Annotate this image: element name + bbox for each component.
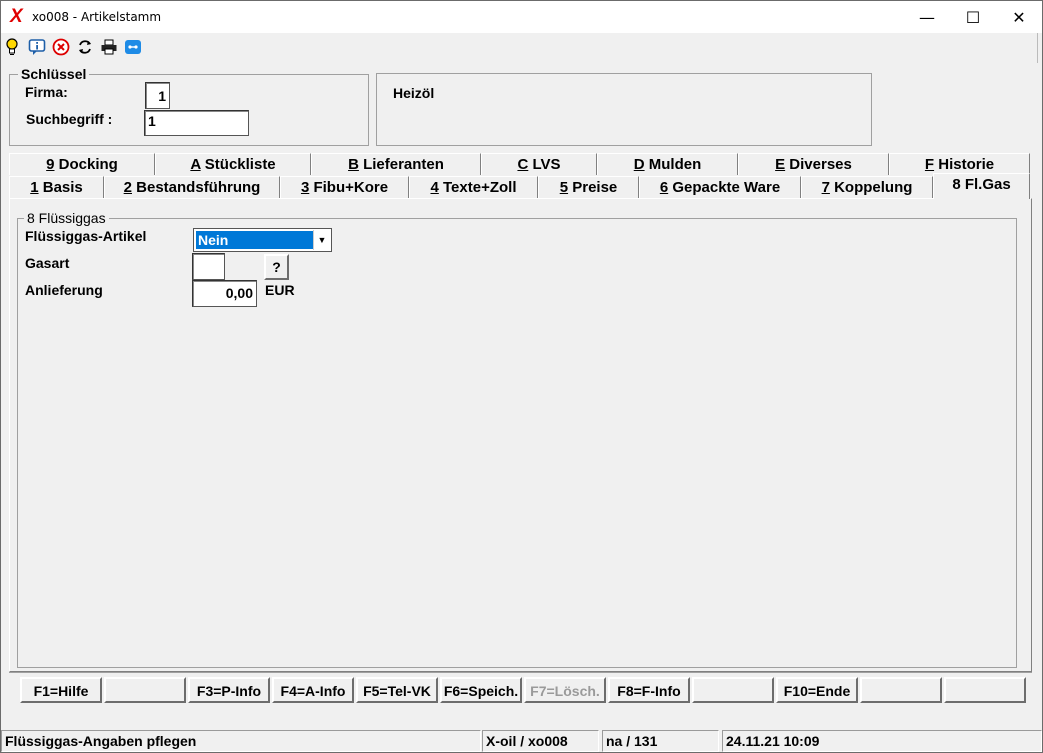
tab-basis[interactable]: 1 Basis bbox=[9, 176, 104, 198]
gasart-label: Gasart bbox=[25, 255, 70, 271]
fluessiggas-group-legend: 8 Flüssiggas bbox=[27, 210, 106, 226]
tab-label: Koppelung bbox=[829, 179, 913, 196]
f3-p-info-button[interactable]: F3=P-Info bbox=[188, 677, 270, 703]
title-bar: X xo008 - Artikelstamm — ☐ ✕ bbox=[1, 1, 1042, 33]
minimize-button[interactable]: — bbox=[904, 1, 950, 33]
divider bbox=[9, 672, 1032, 673]
f12-button[interactable] bbox=[944, 677, 1026, 703]
tab-hotkey: 1 bbox=[30, 179, 39, 196]
tab-hotkey: 5 bbox=[559, 179, 569, 196]
scrollbar-stub[interactable] bbox=[1037, 33, 1042, 63]
fluessiggas-artikel-label: Flüssiggas-Artikel bbox=[25, 228, 147, 244]
anlieferung-label: Anlieferung bbox=[25, 282, 103, 298]
tab-label: Fibu+Kore bbox=[309, 179, 389, 196]
tab-lieferanten[interactable]: B Lieferanten bbox=[311, 153, 481, 175]
refresh-icon[interactable] bbox=[76, 38, 94, 56]
tab-gepackte-ware[interactable]: 6 Gepackte Ware bbox=[639, 176, 801, 198]
tab-fibu-kore[interactable]: 3 Fibu+Kore bbox=[280, 176, 409, 198]
tab-label: Historie bbox=[934, 156, 995, 173]
chat-icon[interactable] bbox=[124, 38, 142, 56]
firma-label: Firma: bbox=[25, 84, 68, 100]
print-icon[interactable] bbox=[100, 38, 118, 56]
gasart-field[interactable] bbox=[192, 253, 225, 280]
tab-historie[interactable]: F Historie bbox=[889, 153, 1030, 175]
f8-f-info-button[interactable]: F8=F-Info bbox=[608, 677, 690, 703]
anlieferung-field[interactable]: 0,00 bbox=[192, 280, 257, 307]
fluessiggas-artikel-value: Nein bbox=[196, 231, 314, 249]
tab-hotkey: 7 bbox=[821, 179, 830, 196]
status-system: X-oil / xo008 bbox=[482, 730, 599, 752]
tab-label: Docking bbox=[54, 156, 118, 173]
f11-button[interactable] bbox=[860, 677, 942, 703]
tab-hotkey: 9 bbox=[46, 156, 55, 173]
article-name: Heizöl bbox=[393, 85, 435, 101]
tab-hotkey: 4 bbox=[430, 179, 439, 196]
firma-field[interactable]: 1 bbox=[145, 82, 170, 109]
f5-tel-vk-button[interactable]: F5=Tel-VK bbox=[356, 677, 438, 703]
tab-stueckliste[interactable]: A Stückliste bbox=[155, 153, 311, 175]
key-group-legend: Schlüssel bbox=[21, 66, 87, 82]
close-icon: ✕ bbox=[1012, 7, 1026, 27]
tab-label: Mulden bbox=[644, 156, 702, 173]
status-datetime: 24.11.21 10:09 bbox=[722, 730, 1042, 752]
tab-label: Texte+Zoll bbox=[438, 179, 517, 196]
fluessiggas-group: 8 Flüssiggas bbox=[17, 210, 1017, 668]
status-user: na / 131 bbox=[602, 730, 719, 752]
tab-hotkey: B bbox=[348, 156, 359, 173]
tab-label: Gepackte Ware bbox=[668, 179, 781, 196]
suchbegriff-field[interactable]: 1 bbox=[144, 110, 249, 136]
f1-help-button[interactable]: F1=Hilfe bbox=[20, 677, 102, 703]
tab-label: Bestandsführung bbox=[132, 179, 261, 196]
maximize-button[interactable]: ☐ bbox=[950, 1, 996, 33]
tab-label: Diverses bbox=[785, 156, 852, 173]
tab-label: Fl.Gas bbox=[960, 176, 1011, 193]
tab-fl-gas[interactable]: 8 Fl.Gas bbox=[933, 173, 1030, 199]
close-button[interactable]: ✕ bbox=[996, 1, 1042, 33]
tab-label: Stückliste bbox=[200, 156, 276, 173]
f7-delete-button[interactable]: F7=Lösch. bbox=[524, 677, 606, 703]
tab-hotkey: E bbox=[775, 156, 786, 173]
tab-hotkey: 8 bbox=[952, 176, 961, 193]
cancel-icon[interactable] bbox=[52, 38, 70, 56]
suchbegriff-label: Suchbegriff : bbox=[26, 111, 113, 127]
lightbulb-icon[interactable] bbox=[3, 38, 21, 56]
tab-label: Basis bbox=[38, 179, 83, 196]
f10-end-button[interactable]: F10=Ende bbox=[776, 677, 858, 703]
status-message: Flüssiggas-Angaben pflegen bbox=[1, 730, 481, 752]
tab-hotkey: A bbox=[190, 156, 201, 173]
tab-label: Lieferanten bbox=[358, 156, 444, 173]
gasart-help-button[interactable]: ? bbox=[264, 254, 289, 280]
tab-hotkey: D bbox=[633, 156, 645, 173]
tab-hotkey: C bbox=[517, 156, 529, 173]
tab-hotkey: F bbox=[924, 156, 935, 173]
info-icon[interactable] bbox=[28, 38, 46, 56]
tab-lvs[interactable]: C LVS bbox=[481, 153, 597, 175]
tab-docking[interactable]: 9 Docking bbox=[9, 153, 155, 175]
tab-koppelung[interactable]: 7 Koppelung bbox=[801, 176, 933, 198]
f4-a-info-button[interactable]: F4=A-Info bbox=[272, 677, 354, 703]
f2-button[interactable] bbox=[104, 677, 186, 703]
article-name-panel: Heizöl bbox=[376, 73, 872, 146]
application-window: X xo008 - Artikelstamm — ☐ ✕ Schlüssel F… bbox=[0, 0, 1043, 753]
tab-diverses[interactable]: E Diverses bbox=[738, 153, 889, 175]
tab-preise[interactable]: 5 Preise bbox=[538, 176, 639, 198]
tab-hotkey: 6 bbox=[659, 179, 669, 196]
toolbar bbox=[1, 34, 1042, 60]
fluessiggas-artikel-select[interactable]: Nein ▼ bbox=[193, 228, 332, 252]
tab-hotkey: 2 bbox=[123, 179, 132, 196]
window-title: xo008 - Artikelstamm bbox=[32, 10, 162, 24]
tab-label: LVS bbox=[528, 156, 561, 173]
chevron-down-icon[interactable]: ▼ bbox=[313, 230, 330, 250]
minimize-icon: — bbox=[919, 7, 935, 27]
f6-save-button[interactable]: F6=Speich. bbox=[440, 677, 522, 703]
tab-label: Preise bbox=[568, 179, 618, 196]
tab-mulden[interactable]: D Mulden bbox=[597, 153, 738, 175]
tab-bestandsfuehrung[interactable]: 2 Bestandsführung bbox=[104, 176, 280, 198]
f9-button[interactable] bbox=[692, 677, 774, 703]
app-logo-icon: X bbox=[10, 6, 23, 27]
maximize-icon: ☐ bbox=[965, 7, 981, 27]
currency-label: EUR bbox=[265, 282, 295, 298]
tab-texte-zoll[interactable]: 4 Texte+Zoll bbox=[409, 176, 538, 198]
